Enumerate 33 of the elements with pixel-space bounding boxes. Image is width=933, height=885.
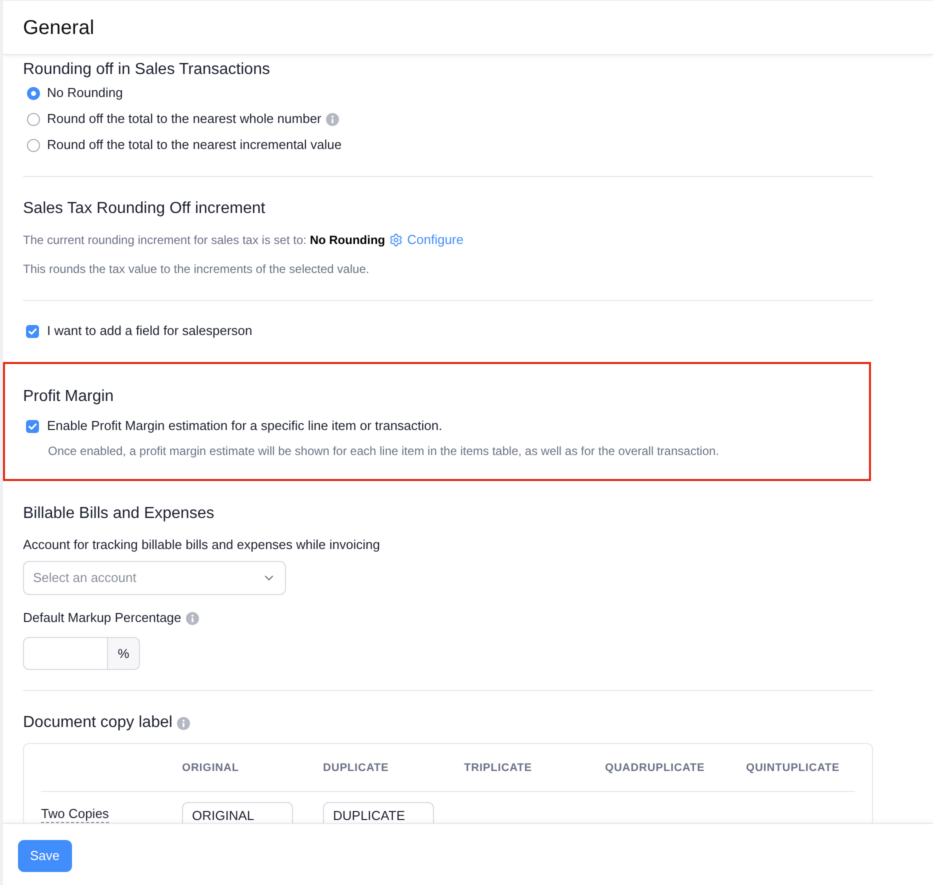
checkbox-label[interactable]: I want to add a field for salesperson (47, 322, 252, 340)
checkbox[interactable] (26, 420, 39, 432)
radio-label[interactable]: Round off the total to the nearest whole number (47, 110, 322, 128)
description-text: Once enabled, a profit margin estimate will be shown for each line item in the items table, as well as for the overall transaction. (48, 443, 720, 460)
section-title: Document copy label (23, 713, 172, 733)
info-icon (177, 716, 190, 730)
label-input[interactable]: DUPLICATE (323, 802, 434, 823)
radio-label[interactable]: No Rounding (47, 84, 123, 102)
checkbox[interactable] (26, 324, 39, 338)
info-icon (186, 612, 200, 624)
rounding-increment-text: The current rounding increment for sales tax is set to: No Rounding (23, 232, 386, 249)
section-title: Profit Margin (23, 387, 115, 407)
radio-label[interactable]: Round off the total to the nearest incremental value (47, 136, 342, 154)
field-label: Account for tracking billable bills and expenses while invoicing (23, 536, 381, 554)
markup-input[interactable] (23, 637, 108, 670)
checkbox-label[interactable]: Enable Profit Margin estimation for a specific line item or transaction. (47, 417, 442, 435)
page-title: General (23, 16, 94, 40)
section-title: Rounding off in Sales Transactions (23, 60, 271, 80)
section-title: Sales Tax Rounding Off increment (23, 199, 266, 219)
label-input[interactable]: ORIGINAL (182, 802, 293, 823)
settings-icon[interactable] (389, 233, 404, 247)
radio-button[interactable] (27, 112, 40, 126)
radio-button[interactable] (27, 86, 40, 100)
column-header: QUINTUPLICATE (746, 761, 840, 776)
note-text: This rounds the tax value to the increments of the selected value. (23, 261, 370, 278)
radio-button[interactable] (27, 138, 40, 152)
column-header: QUADRUPLICATE (605, 761, 705, 776)
column-header: DUPLICATE (323, 761, 389, 776)
column-header: TRIPLICATE (464, 761, 532, 776)
field-label: Default Markup Percentage (23, 609, 182, 627)
percent-addon: % (108, 637, 140, 670)
column-header: ORIGINAL (182, 761, 239, 776)
section-title: Billable Bills and Expenses (23, 504, 216, 524)
